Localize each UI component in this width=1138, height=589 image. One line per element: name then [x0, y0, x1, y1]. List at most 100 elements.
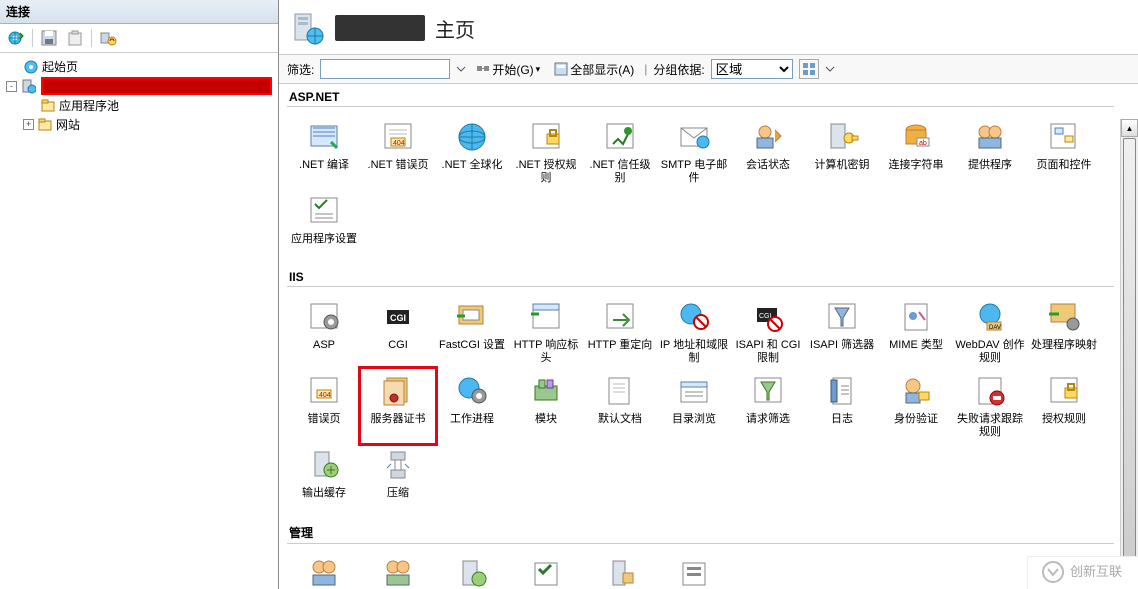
- feature-label: ASP: [289, 339, 359, 352]
- server-title-icon: [289, 10, 325, 46]
- connection-strings-icon: ab: [898, 119, 934, 155]
- feature-app-settings[interactable]: 应用程序设置: [287, 189, 361, 250]
- feature-label: 计算机密钥: [807, 159, 877, 172]
- feature-output-caching[interactable]: 输出缓存: [287, 443, 361, 504]
- feature-logging[interactable]: 日志: [805, 369, 879, 443]
- net-error-pages-icon: 404: [380, 119, 416, 155]
- feature-smtp-email[interactable]: SMTP 电子邮件: [657, 115, 731, 189]
- feature-label: 目录浏览: [659, 413, 729, 426]
- feature-label: 默认文档: [585, 413, 655, 426]
- feature-mime[interactable]: MIME 类型: [879, 295, 953, 369]
- tree-server-row[interactable]: -: [4, 76, 274, 96]
- tree-app-pools[interactable]: 应用程序池: [4, 96, 274, 115]
- feature-webdav[interactable]: DAVWebDAV 创作规则: [953, 295, 1027, 369]
- logging-icon: [824, 373, 860, 409]
- isapi-cgi-icon: CGI: [750, 299, 786, 335]
- mgmt-item[interactable]: [509, 552, 583, 589]
- group-by-select[interactable]: 区域: [711, 59, 793, 79]
- dir-browsing-icon: [676, 373, 712, 409]
- feature-label: ISAPI 筛选器: [807, 339, 877, 352]
- feature-worker-processes[interactable]: 工作进程: [435, 369, 509, 443]
- request-filtering-icon: [750, 373, 786, 409]
- save-icon[interactable]: [39, 28, 59, 48]
- feature-net-globalization[interactable]: .NET 全球化: [435, 115, 509, 189]
- tree-label: 应用程序池: [59, 97, 119, 114]
- connect-icon[interactable]: [6, 28, 26, 48]
- svg-text:ab: ab: [919, 140, 927, 147]
- feature-net-compilation[interactable]: .NET 编译: [287, 115, 361, 189]
- feature-net-trust-levels[interactable]: .NET 信任级别: [583, 115, 657, 189]
- section-iis: IIS: [287, 264, 1114, 287]
- section-aspnet: ASP.NET: [287, 84, 1114, 107]
- feature-http-headers[interactable]: HTTP 响应标头: [509, 295, 583, 369]
- feature-fastcgi[interactable]: FastCGI 设置: [435, 295, 509, 369]
- feature-authentication[interactable]: 身份验证: [879, 369, 953, 443]
- ip-restrict-icon: [676, 299, 712, 335]
- show-all-button[interactable]: 全部显示(A): [550, 60, 638, 79]
- feature-dir-browsing[interactable]: 目录浏览: [657, 369, 731, 443]
- worker-processes-icon: [454, 373, 490, 409]
- feature-machine-key[interactable]: 计算机密钥: [805, 115, 879, 189]
- mgmt-item[interactable]: [361, 552, 435, 589]
- scroll-up-icon[interactable]: ▲: [1121, 119, 1138, 137]
- feature-label: 输出缓存: [289, 487, 359, 500]
- feature-asp[interactable]: ASP: [287, 295, 361, 369]
- tree-start-page[interactable]: 起始页: [4, 57, 274, 76]
- vertical-scrollbar[interactable]: ▲ ▼: [1120, 119, 1138, 589]
- modules-icon: [528, 373, 564, 409]
- feature-label: FastCGI 设置: [437, 339, 507, 352]
- feature-handler-mappings[interactable]: 处理程序映射: [1027, 295, 1101, 369]
- dropdown-icon[interactable]: [456, 64, 466, 74]
- feature-default-doc[interactable]: 默认文档: [583, 369, 657, 443]
- feature-pages-controls[interactable]: 页面和控件: [1027, 115, 1101, 189]
- mgmt-item[interactable]: [583, 552, 657, 589]
- connections-panel: 连接 起始页 - 应用程序池: [0, 0, 279, 589]
- mgmt-item[interactable]: [435, 552, 509, 589]
- error-pages-icon: 404: [306, 373, 342, 409]
- feature-net-authorization[interactable]: .NET 授权规则: [509, 115, 583, 189]
- feature-modules[interactable]: 模块: [509, 369, 583, 443]
- refresh-server-icon[interactable]: [98, 28, 118, 48]
- go-button[interactable]: 开始(G) ▾: [472, 60, 544, 79]
- tree-sites[interactable]: + 网站: [4, 115, 274, 134]
- feature-label: 服务器证书: [363, 413, 433, 426]
- view-button[interactable]: [799, 59, 819, 79]
- title-bar: 主页: [279, 0, 1138, 54]
- collapse-icon[interactable]: -: [6, 81, 17, 92]
- feature-label: 日志: [807, 413, 877, 426]
- feature-cgi[interactable]: CGICGI: [361, 295, 435, 369]
- feature-compression[interactable]: 压缩: [361, 443, 435, 504]
- filter-input[interactable]: [320, 59, 450, 79]
- feature-error-pages[interactable]: 404错误页: [287, 369, 361, 443]
- scroll-thumb[interactable]: [1123, 138, 1136, 570]
- expand-icon[interactable]: +: [23, 119, 34, 130]
- feature-session-state[interactable]: 会话状态: [731, 115, 805, 189]
- tree-label: 网站: [56, 116, 80, 133]
- feature-http-redirect[interactable]: HTTP 重定向: [583, 295, 657, 369]
- feature-label: 提供程序: [955, 159, 1025, 172]
- feature-providers[interactable]: 提供程序: [953, 115, 1027, 189]
- feature-label: WebDAV 创作规则: [955, 339, 1025, 365]
- feature-request-filtering[interactable]: 请求筛选: [731, 369, 805, 443]
- session-state-icon: [750, 119, 786, 155]
- mgmt-item[interactable]: [287, 552, 361, 589]
- feature-isapi-cgi[interactable]: CGIISAPI 和 CGI 限制: [731, 295, 805, 369]
- feature-connection-strings[interactable]: ab 连接字符串: [879, 115, 953, 189]
- tree-label: 起始页: [42, 58, 78, 75]
- view-dropdown-icon[interactable]: [825, 64, 835, 74]
- handler-mappings-icon: [1046, 299, 1082, 335]
- feature-label: HTTP 重定向: [585, 339, 655, 352]
- feature-net-error-pages[interactable]: 404.NET 错误页: [361, 115, 435, 189]
- feature-authorization[interactable]: 授权规则: [1027, 369, 1101, 443]
- section-management: 管理: [287, 518, 1114, 544]
- feature-isapi-filters[interactable]: ISAPI 筛选器: [805, 295, 879, 369]
- svg-text:创新互联: 创新互联: [1070, 564, 1122, 579]
- feature-label: 连接字符串: [881, 159, 951, 172]
- feature-server-certs[interactable]: 服务器证书: [361, 369, 435, 443]
- feature-ip-restrict[interactable]: IP 地址和域限制: [657, 295, 731, 369]
- app-settings-icon: [306, 193, 342, 229]
- feature-label: CGI: [363, 339, 433, 352]
- delete-icon[interactable]: [65, 28, 85, 48]
- feature-failed-request[interactable]: 失败请求跟踪规则: [953, 369, 1027, 443]
- mgmt-item[interactable]: [657, 552, 731, 589]
